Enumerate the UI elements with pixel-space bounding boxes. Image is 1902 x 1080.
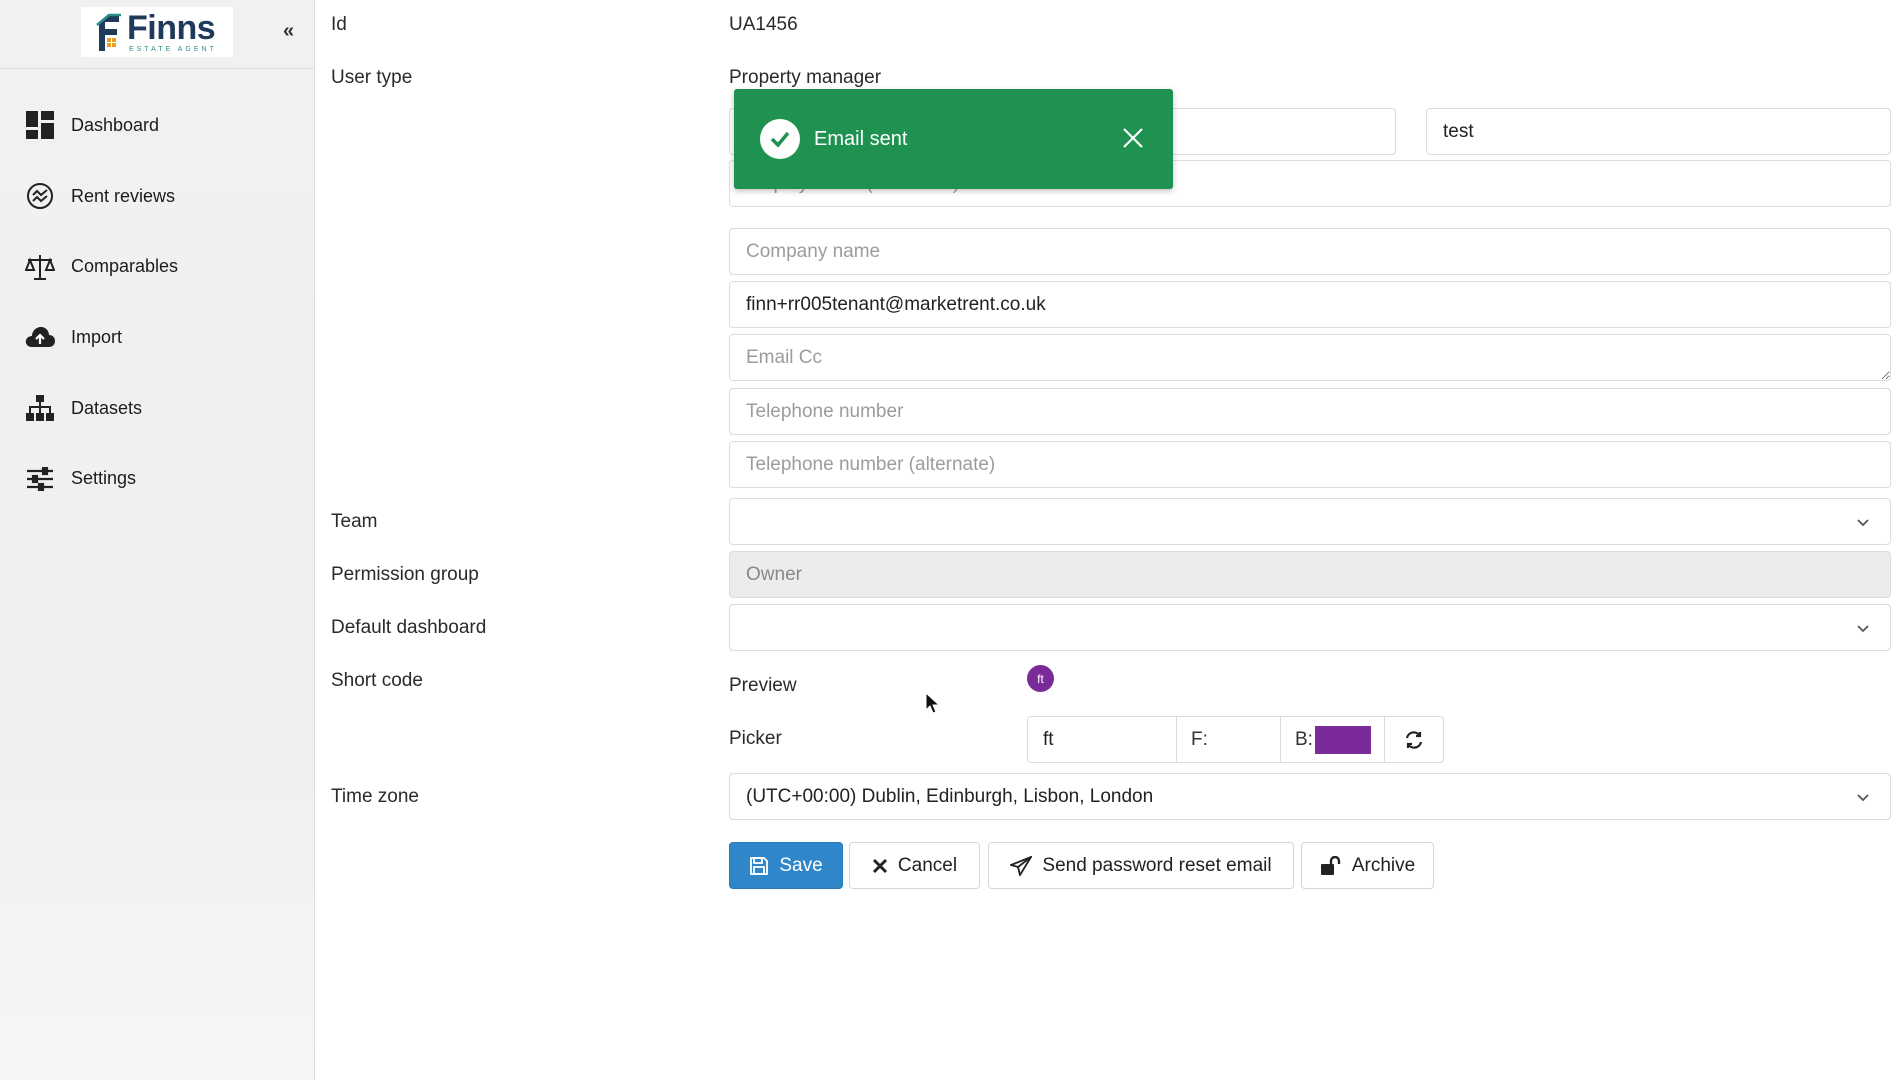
short-code-label: Short code bbox=[331, 670, 423, 691]
logo-subtitle: ESTATE AGENT bbox=[129, 46, 217, 53]
sidebar-nav: Dashboard Rent reviews Comparables Impor… bbox=[0, 90, 315, 514]
telephone-alternate-input[interactable] bbox=[729, 441, 1891, 488]
email-sent-toast: Email sent bbox=[734, 89, 1173, 189]
foreground-swatch bbox=[1213, 725, 1264, 754]
check-circle-icon bbox=[760, 119, 800, 159]
permission-group-input bbox=[729, 551, 1891, 598]
sidebar-item-label: Comparables bbox=[71, 256, 179, 277]
short-code-picker: F: B: bbox=[1027, 716, 1444, 763]
sidebar-item-label: Dashboard bbox=[71, 114, 160, 135]
chevron-down-icon bbox=[1857, 625, 1869, 633]
user-type-value: Property manager bbox=[729, 67, 882, 88]
chevron-down-icon bbox=[1857, 794, 1869, 802]
rent-reviews-icon bbox=[25, 181, 55, 211]
user-type-label: User type bbox=[331, 67, 413, 88]
floppy-disk-icon bbox=[750, 856, 769, 875]
hierarchy-icon bbox=[25, 393, 55, 423]
paper-plane-icon bbox=[1010, 855, 1033, 876]
sidebar-item-dashboard[interactable]: Dashboard bbox=[0, 90, 315, 161]
time-zone-select[interactable]: (UTC+00:00) Dublin, Edinburgh, Lisbon, L… bbox=[729, 773, 1891, 820]
sidebar-divider bbox=[0, 68, 315, 69]
short-code-preview-badge: ft bbox=[1027, 665, 1054, 692]
company-name-input[interactable] bbox=[729, 228, 1891, 275]
default-dashboard-select[interactable] bbox=[729, 604, 1891, 651]
save-button[interactable]: Save bbox=[729, 842, 843, 889]
toast-message: Email sent bbox=[814, 127, 908, 150]
sidebar-item-label: Datasets bbox=[71, 397, 143, 418]
team-select[interactable] bbox=[729, 498, 1891, 545]
email-cc-input[interactable] bbox=[729, 334, 1891, 381]
logo-name: Finns bbox=[127, 9, 216, 47]
id-label: Id bbox=[331, 14, 347, 35]
permission-group-label: Permission group bbox=[331, 564, 479, 585]
foreground-label: F: bbox=[1191, 728, 1208, 750]
logo: Finns ESTATE AGENT bbox=[81, 7, 233, 57]
collapse-sidebar-button[interactable]: « bbox=[283, 20, 294, 43]
refresh-short-code-button[interactable] bbox=[1385, 717, 1443, 762]
foreground-color-picker[interactable]: F: bbox=[1177, 717, 1281, 762]
cancel-button[interactable]: Cancel bbox=[849, 842, 980, 889]
picker-label: Picker bbox=[729, 728, 782, 749]
dashboard-icon bbox=[25, 110, 55, 140]
background-label: B: bbox=[1295, 728, 1313, 750]
background-color-picker[interactable]: B: bbox=[1281, 717, 1385, 762]
team-label: Team bbox=[331, 511, 378, 532]
sliders-icon bbox=[25, 464, 55, 494]
send-password-reset-label: Send password reset email bbox=[1042, 854, 1272, 876]
sidebar: Finns ESTATE AGENT « Dashboard Rent revi… bbox=[0, 0, 315, 1080]
time-zone-label: Time zone bbox=[331, 786, 419, 807]
refresh-icon bbox=[1405, 730, 1423, 749]
sidebar-item-settings[interactable]: Settings bbox=[0, 443, 315, 514]
sidebar-item-comparables[interactable]: Comparables bbox=[0, 231, 315, 302]
sidebar-item-import[interactable]: Import bbox=[0, 302, 315, 373]
logo-mark-icon bbox=[96, 13, 121, 51]
last-name-input[interactable] bbox=[1426, 108, 1891, 155]
sidebar-item-datasets[interactable]: Datasets bbox=[0, 373, 315, 444]
send-password-reset-button[interactable]: Send password reset email bbox=[988, 842, 1294, 889]
telephone-input[interactable] bbox=[729, 388, 1891, 435]
close-icon bbox=[872, 858, 887, 873]
close-icon[interactable] bbox=[1121, 126, 1145, 150]
id-value: UA1456 bbox=[729, 14, 798, 35]
scales-icon bbox=[25, 252, 55, 282]
archive-button-label: Archive bbox=[1351, 854, 1416, 876]
time-zone-value: (UTC+00:00) Dublin, Edinburgh, Lisbon, L… bbox=[746, 785, 1154, 807]
email-input[interactable] bbox=[729, 281, 1891, 328]
chevron-down-icon bbox=[1857, 519, 1869, 527]
default-dashboard-label: Default dashboard bbox=[331, 617, 487, 638]
sidebar-item-rent-reviews[interactable]: Rent reviews bbox=[0, 161, 315, 232]
unlock-icon bbox=[1320, 855, 1341, 875]
background-swatch bbox=[1314, 725, 1371, 754]
cancel-button-label: Cancel bbox=[897, 854, 958, 876]
sidebar-item-label: Settings bbox=[71, 468, 137, 489]
short-code-text-input[interactable] bbox=[1028, 717, 1177, 762]
cloud-upload-icon bbox=[25, 322, 55, 352]
archive-button[interactable]: Archive bbox=[1301, 842, 1434, 889]
preview-label: Preview bbox=[729, 675, 797, 696]
save-button-label: Save bbox=[779, 854, 823, 876]
sidebar-item-label: Rent reviews bbox=[71, 185, 176, 206]
mouse-cursor-icon bbox=[925, 692, 941, 714]
sidebar-item-label: Import bbox=[71, 326, 123, 347]
